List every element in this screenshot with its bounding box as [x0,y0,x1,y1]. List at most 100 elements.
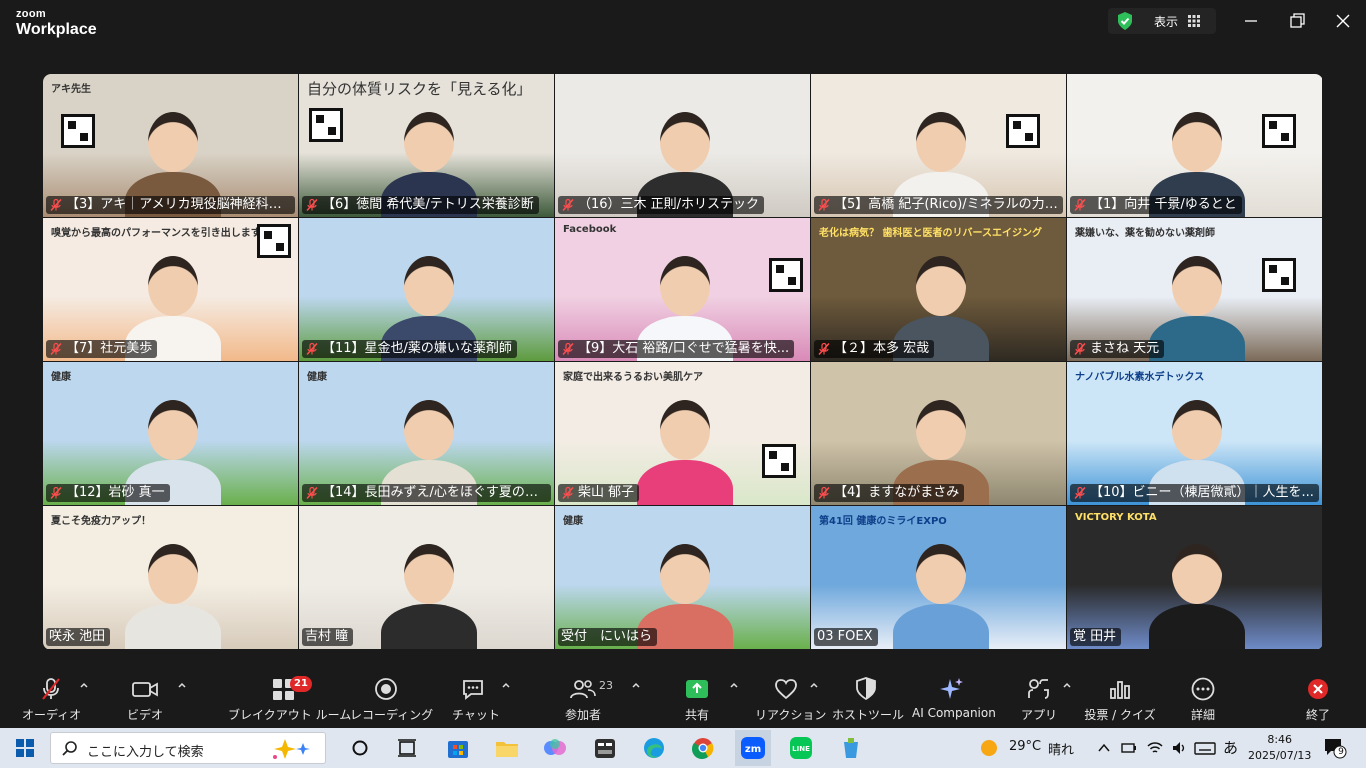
minimize-icon[interactable] [1236,8,1266,34]
wifi-icon[interactable] [1146,739,1164,757]
participant-tile[interactable]: 【4】ますながまさみ [811,362,1066,505]
reactions-button[interactable]: リアクション [755,676,826,724]
participant-name: 【5】高橋 紀子(Rico)/ミネラルの力で夏... [834,197,1058,212]
participant-tile[interactable]: VICTORY KOTA 覚 田井 [1067,506,1322,649]
weather-temp[interactable]: 29°C [1009,739,1041,754]
reactions-options-caret-icon[interactable] [809,680,819,690]
participant-name-tag: 覚 田井 [1070,628,1122,646]
participant-name: 【２】本多 宏哉 [834,341,930,356]
taskbar-search-box[interactable]: ここに入力して検索 [50,732,326,764]
participant-tile[interactable]: 嗅覚から最高のパフォーマンスを引き出します 【7】社元美歩 [43,218,298,361]
chat-label: チャット [452,708,500,722]
weather-sun-icon[interactable] [979,738,999,758]
participant-face [1172,112,1222,172]
poll-chart-icon [1110,681,1130,699]
participant-name-tag: 【1】向井 千景/ゆるとと [1070,196,1242,214]
weather-condition[interactable]: 晴れ [1048,739,1074,758]
poll-quiz-button[interactable]: 投票 / クイズ [1084,676,1156,724]
participant-face [404,256,454,316]
speaker-icon[interactable] [1170,739,1188,757]
edge-browser-icon[interactable] [639,734,669,762]
virtual-background-text: 夏こそ免疫力アップ！ [51,516,151,527]
chat-button[interactable]: チャット [452,676,500,724]
line-app-icon[interactable]: LINE [786,734,816,762]
audio-options-caret-icon[interactable] [79,680,89,690]
participant-tile[interactable]: 健康 【12】岩砂 真一 [43,362,298,505]
video-gallery: アキ先生 【3】アキ｜アメリカ現役脳神経科学... 自分の体質リスクを「見える化」【… [43,74,1323,650]
participant-tile[interactable]: アキ先生 【3】アキ｜アメリカ現役脳神経科学... [43,74,298,217]
participant-tile[interactable]: 【11】星金也/薬の嫌いな薬剤師 [299,218,554,361]
battery-icon[interactable] [1120,739,1138,757]
zoom-app-icon: zm [741,737,765,759]
search-icon [62,741,77,756]
participant-tile[interactable]: Facebook 【9】大石 裕路/口ぐせで猛暑を快... [555,218,810,361]
muted-mic-icon [1074,198,1086,212]
apps-options-caret-icon[interactable] [1062,680,1072,690]
taskbar-clock[interactable]: 8:46 2025/07/13 [1248,732,1311,764]
more-button[interactable]: 詳細 [1184,676,1222,724]
cortana-icon[interactable] [345,734,375,762]
ai-companion-button[interactable]: AI Companion [912,676,996,724]
video-button[interactable]: ビデオ [122,676,168,724]
microsoft-store-icon[interactable] [443,734,473,762]
zoom-taskbar-active[interactable]: zm [735,730,771,766]
host-tools-button[interactable]: ホストツール [832,676,905,724]
extra-app-icon[interactable] [836,734,866,762]
calculator-app-icon[interactable] [590,734,620,762]
restore-icon[interactable] [1282,8,1312,34]
participant-tile[interactable]: 老化は病気？ 歯科医と医者のリバースエイジング 【２】本多 宏哉 [811,218,1066,361]
participant-tile[interactable]: 吉村 瞳 [299,506,554,649]
participants-options-caret-icon[interactable] [631,680,641,690]
copilot-icon[interactable] [540,734,570,762]
participants-button[interactable]: 参加者 [562,676,604,724]
chat-options-caret-icon[interactable] [501,680,511,690]
file-explorer-icon[interactable] [492,734,522,762]
record-button[interactable]: レコーディング [350,676,433,724]
participant-face [148,400,198,460]
participant-tile[interactable]: 健康 受付 にいはら [555,506,810,649]
participant-face [916,400,966,460]
end-meeting-button[interactable]: 終了 [1300,676,1336,724]
participant-tile[interactable]: 第41回 健康のミライEXPO 03 FOEX [811,506,1066,649]
virtual-background-text: 健康 [563,516,583,527]
virtual-background-text: 健康 [307,372,327,383]
share-label: 共有 [684,708,709,722]
participant-name-tag: 吉村 瞳 [302,628,354,646]
close-icon[interactable] [1328,8,1358,34]
participant-face [660,112,710,172]
muted-mic-icon [306,486,318,500]
ime-indicator[interactable]: あ [1223,737,1238,758]
participant-face [660,544,710,604]
share-button[interactable]: 共有 [676,676,718,724]
participant-tile[interactable]: 自分の体質リスクを「見える化」 【6】徳間 希代美/テトリス栄養診断 [299,74,554,217]
participant-name-tag: 咲永 池田 [46,628,111,646]
participant-name: 【14】長田みずえ/心をほぐす夏の習... [322,485,546,500]
breakout-badge: 21 [290,676,312,692]
participant-tile[interactable]: 家庭で出来るうるおい美肌ケア 柴山 郁子 [555,362,810,505]
participant-tile[interactable]: 健康【14】長田みずえ/心をほぐす夏の習... [299,362,554,505]
virtual-background-text: アキ先生 [51,84,91,95]
video-options-caret-icon[interactable] [177,680,187,690]
more-label: 詳細 [1190,708,1215,722]
participant-tile[interactable]: 【1】向井 千景/ゆるとと [1067,74,1322,217]
view-button[interactable]: 表示 [1108,8,1216,34]
participant-tile[interactable]: 夏こそ免疫力アップ！ 咲永 池田 [43,506,298,649]
security-shield-icon[interactable] [1116,11,1134,31]
ai-sparkle-icon [940,678,963,699]
breakout-rooms-button[interactable]: ブレイクアウト ルーム [228,676,351,724]
tray-chevron-up-icon[interactable] [1096,740,1112,756]
windows-start-icon[interactable] [10,734,40,762]
participant-tile[interactable]: ナノバブル水素水デトックス 【10】ビニー（棟居微貳）｜人生を... [1067,362,1322,505]
task-view-icon[interactable] [392,734,422,762]
participant-tile[interactable]: （16）三木 正則/ホリステック [555,74,810,217]
host-tools-label: ホストツール [832,708,905,722]
apps-button[interactable]: アプリ [1020,676,1058,724]
participant-tile[interactable]: 【5】高橋 紀子(Rico)/ミネラルの力で夏... [811,74,1066,217]
share-options-caret-icon[interactable] [729,680,739,690]
participant-tile[interactable]: 薬嫌いな、薬を勧めない薬剤師 まさね 天元 [1067,218,1322,361]
participant-name: 【4】ますながまさみ [834,485,960,500]
audio-button[interactable]: オーディオ [22,676,81,724]
participant-name: 03 FOEX [817,629,873,644]
keyboard-icon[interactable] [1194,739,1216,757]
chrome-browser-icon[interactable] [688,734,718,762]
